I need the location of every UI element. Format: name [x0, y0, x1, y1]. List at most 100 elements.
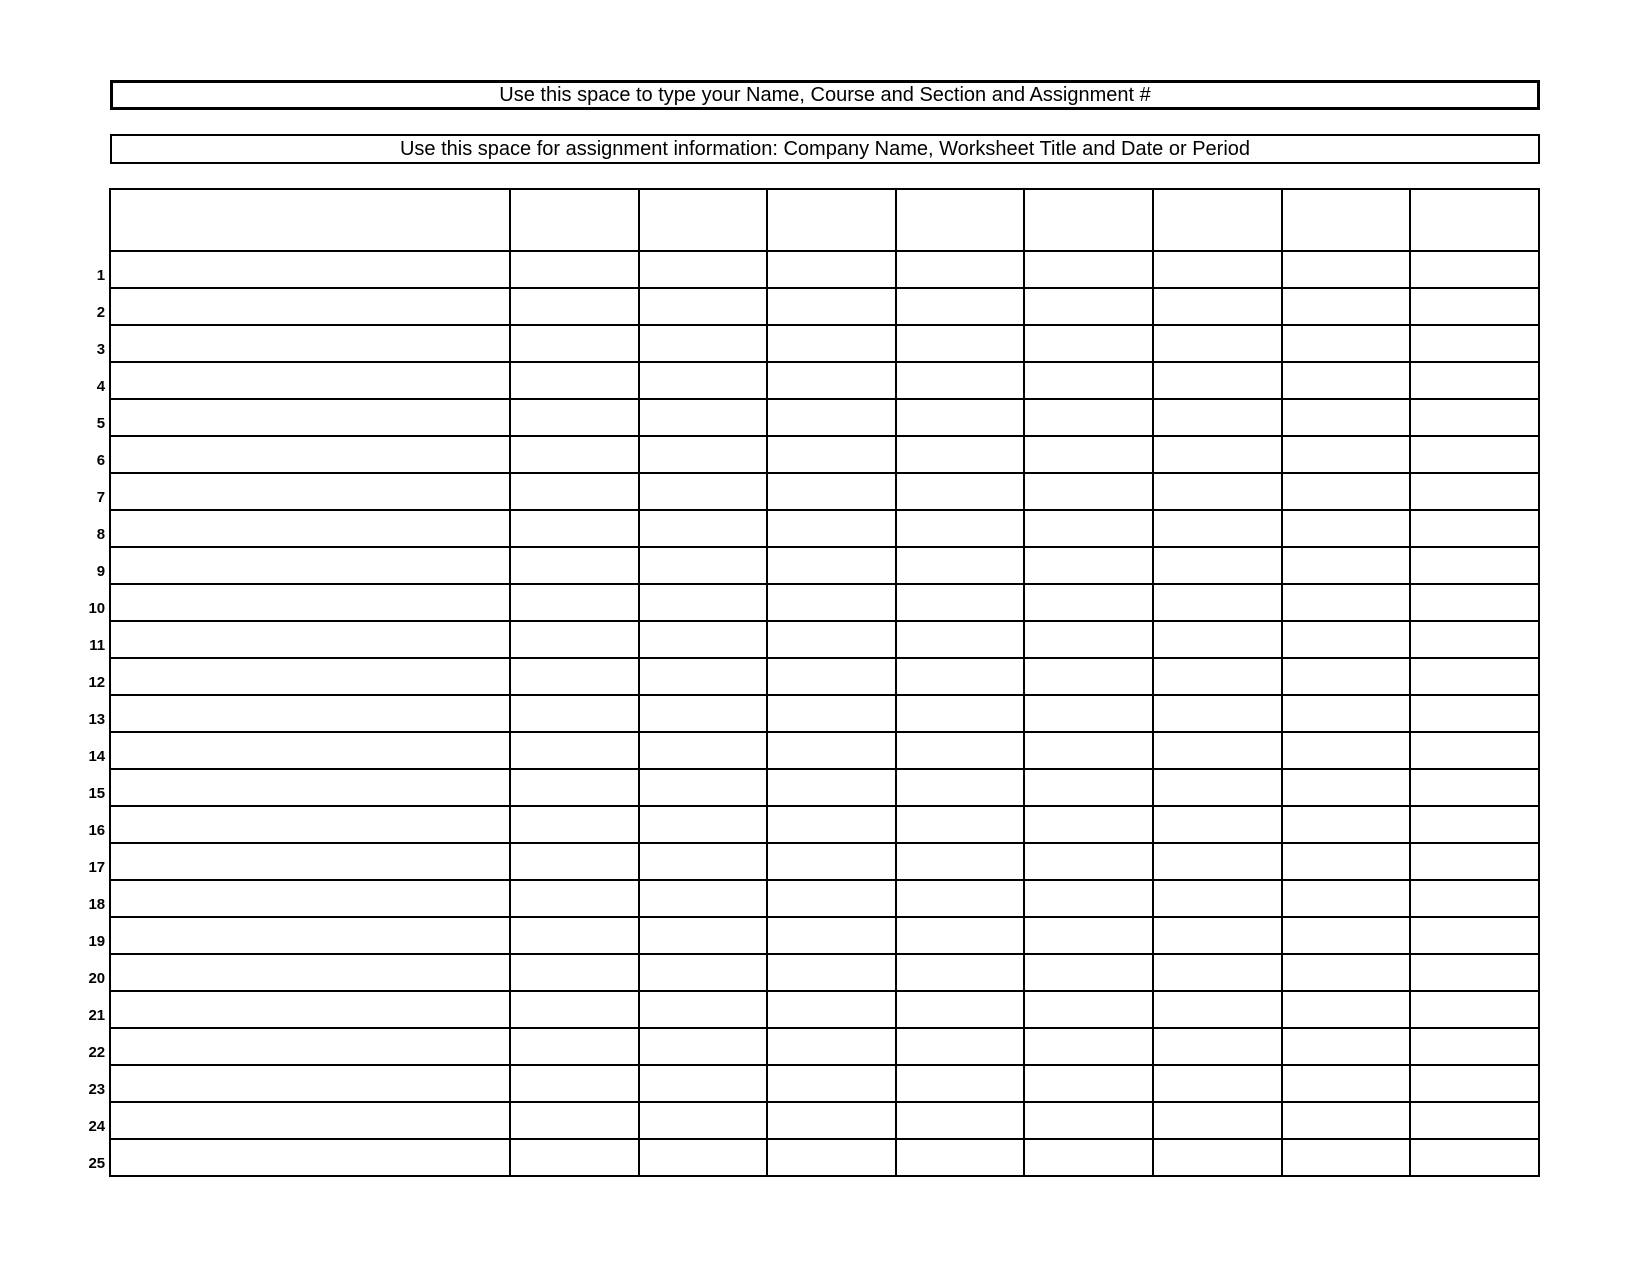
- description-cell[interactable]: [110, 436, 510, 473]
- description-cell[interactable]: [110, 1102, 510, 1139]
- data-cell[interactable]: [1410, 917, 1539, 954]
- data-cell[interactable]: [1153, 954, 1282, 991]
- description-cell[interactable]: [110, 325, 510, 362]
- data-cell[interactable]: [1410, 658, 1539, 695]
- description-cell[interactable]: [110, 1065, 510, 1102]
- data-cell[interactable]: [1282, 325, 1411, 362]
- data-cell[interactable]: [639, 584, 768, 621]
- data-cell[interactable]: [1024, 1102, 1153, 1139]
- data-cell[interactable]: [1024, 473, 1153, 510]
- data-cell[interactable]: [1282, 806, 1411, 843]
- data-cell[interactable]: [896, 473, 1025, 510]
- data-cell[interactable]: [1024, 584, 1153, 621]
- data-cell[interactable]: [1153, 621, 1282, 658]
- data-cell[interactable]: [1282, 251, 1411, 288]
- data-cell[interactable]: [767, 399, 896, 436]
- data-cell[interactable]: [639, 880, 768, 917]
- data-cell[interactable]: [1282, 621, 1411, 658]
- data-cell[interactable]: [1410, 251, 1539, 288]
- header-cell[interactable]: [510, 189, 639, 251]
- data-cell[interactable]: [639, 1028, 768, 1065]
- data-cell[interactable]: [767, 1139, 896, 1176]
- data-cell[interactable]: [1024, 436, 1153, 473]
- data-cell[interactable]: [1153, 1102, 1282, 1139]
- data-cell[interactable]: [767, 991, 896, 1028]
- data-cell[interactable]: [1153, 288, 1282, 325]
- data-cell[interactable]: [1282, 399, 1411, 436]
- description-cell[interactable]: [110, 1028, 510, 1065]
- data-cell[interactable]: [639, 806, 768, 843]
- data-cell[interactable]: [1410, 547, 1539, 584]
- data-cell[interactable]: [639, 917, 768, 954]
- header-cell[interactable]: [1410, 189, 1539, 251]
- data-cell[interactable]: [1410, 843, 1539, 880]
- data-cell[interactable]: [639, 658, 768, 695]
- data-cell[interactable]: [510, 806, 639, 843]
- data-cell[interactable]: [510, 1065, 639, 1102]
- data-cell[interactable]: [1410, 1065, 1539, 1102]
- data-cell[interactable]: [767, 621, 896, 658]
- data-cell[interactable]: [1024, 658, 1153, 695]
- description-cell[interactable]: [110, 880, 510, 917]
- data-cell[interactable]: [896, 288, 1025, 325]
- data-cell[interactable]: [510, 621, 639, 658]
- data-cell[interactable]: [510, 917, 639, 954]
- data-cell[interactable]: [1024, 769, 1153, 806]
- description-cell[interactable]: [110, 1139, 510, 1176]
- data-cell[interactable]: [1024, 362, 1153, 399]
- header-cell[interactable]: [896, 189, 1025, 251]
- data-cell[interactable]: [1024, 806, 1153, 843]
- data-cell[interactable]: [896, 621, 1025, 658]
- data-cell[interactable]: [767, 288, 896, 325]
- data-cell[interactable]: [1024, 991, 1153, 1028]
- data-cell[interactable]: [1153, 584, 1282, 621]
- data-cell[interactable]: [510, 473, 639, 510]
- data-cell[interactable]: [1282, 954, 1411, 991]
- data-cell[interactable]: [1024, 1139, 1153, 1176]
- data-cell[interactable]: [639, 991, 768, 1028]
- data-cell[interactable]: [510, 954, 639, 991]
- description-cell[interactable]: [110, 732, 510, 769]
- data-cell[interactable]: [1024, 732, 1153, 769]
- data-cell[interactable]: [1024, 1065, 1153, 1102]
- description-cell[interactable]: [110, 991, 510, 1028]
- data-cell[interactable]: [1410, 880, 1539, 917]
- data-cell[interactable]: [510, 658, 639, 695]
- data-cell[interactable]: [1153, 806, 1282, 843]
- data-cell[interactable]: [767, 547, 896, 584]
- data-cell[interactable]: [510, 1139, 639, 1176]
- data-cell[interactable]: [767, 732, 896, 769]
- data-cell[interactable]: [896, 954, 1025, 991]
- data-cell[interactable]: [767, 769, 896, 806]
- data-cell[interactable]: [1410, 769, 1539, 806]
- data-cell[interactable]: [896, 732, 1025, 769]
- data-cell[interactable]: [1282, 695, 1411, 732]
- header-assignment-info-box[interactable]: Use this space for assignment informatio…: [110, 134, 1540, 164]
- data-cell[interactable]: [1282, 880, 1411, 917]
- data-cell[interactable]: [639, 436, 768, 473]
- data-cell[interactable]: [1410, 732, 1539, 769]
- data-cell[interactable]: [639, 362, 768, 399]
- data-cell[interactable]: [639, 251, 768, 288]
- data-cell[interactable]: [1282, 436, 1411, 473]
- data-cell[interactable]: [896, 695, 1025, 732]
- data-cell[interactable]: [510, 732, 639, 769]
- data-cell[interactable]: [639, 288, 768, 325]
- data-cell[interactable]: [639, 695, 768, 732]
- data-cell[interactable]: [896, 917, 1025, 954]
- data-cell[interactable]: [1282, 362, 1411, 399]
- header-cell[interactable]: [1024, 189, 1153, 251]
- data-cell[interactable]: [1153, 732, 1282, 769]
- data-cell[interactable]: [1410, 510, 1539, 547]
- data-cell[interactable]: [767, 362, 896, 399]
- data-cell[interactable]: [1153, 251, 1282, 288]
- data-cell[interactable]: [639, 473, 768, 510]
- data-cell[interactable]: [1282, 732, 1411, 769]
- data-cell[interactable]: [1024, 251, 1153, 288]
- data-cell[interactable]: [767, 806, 896, 843]
- data-cell[interactable]: [510, 251, 639, 288]
- data-cell[interactable]: [1153, 362, 1282, 399]
- data-cell[interactable]: [896, 1139, 1025, 1176]
- data-cell[interactable]: [510, 769, 639, 806]
- data-cell[interactable]: [767, 510, 896, 547]
